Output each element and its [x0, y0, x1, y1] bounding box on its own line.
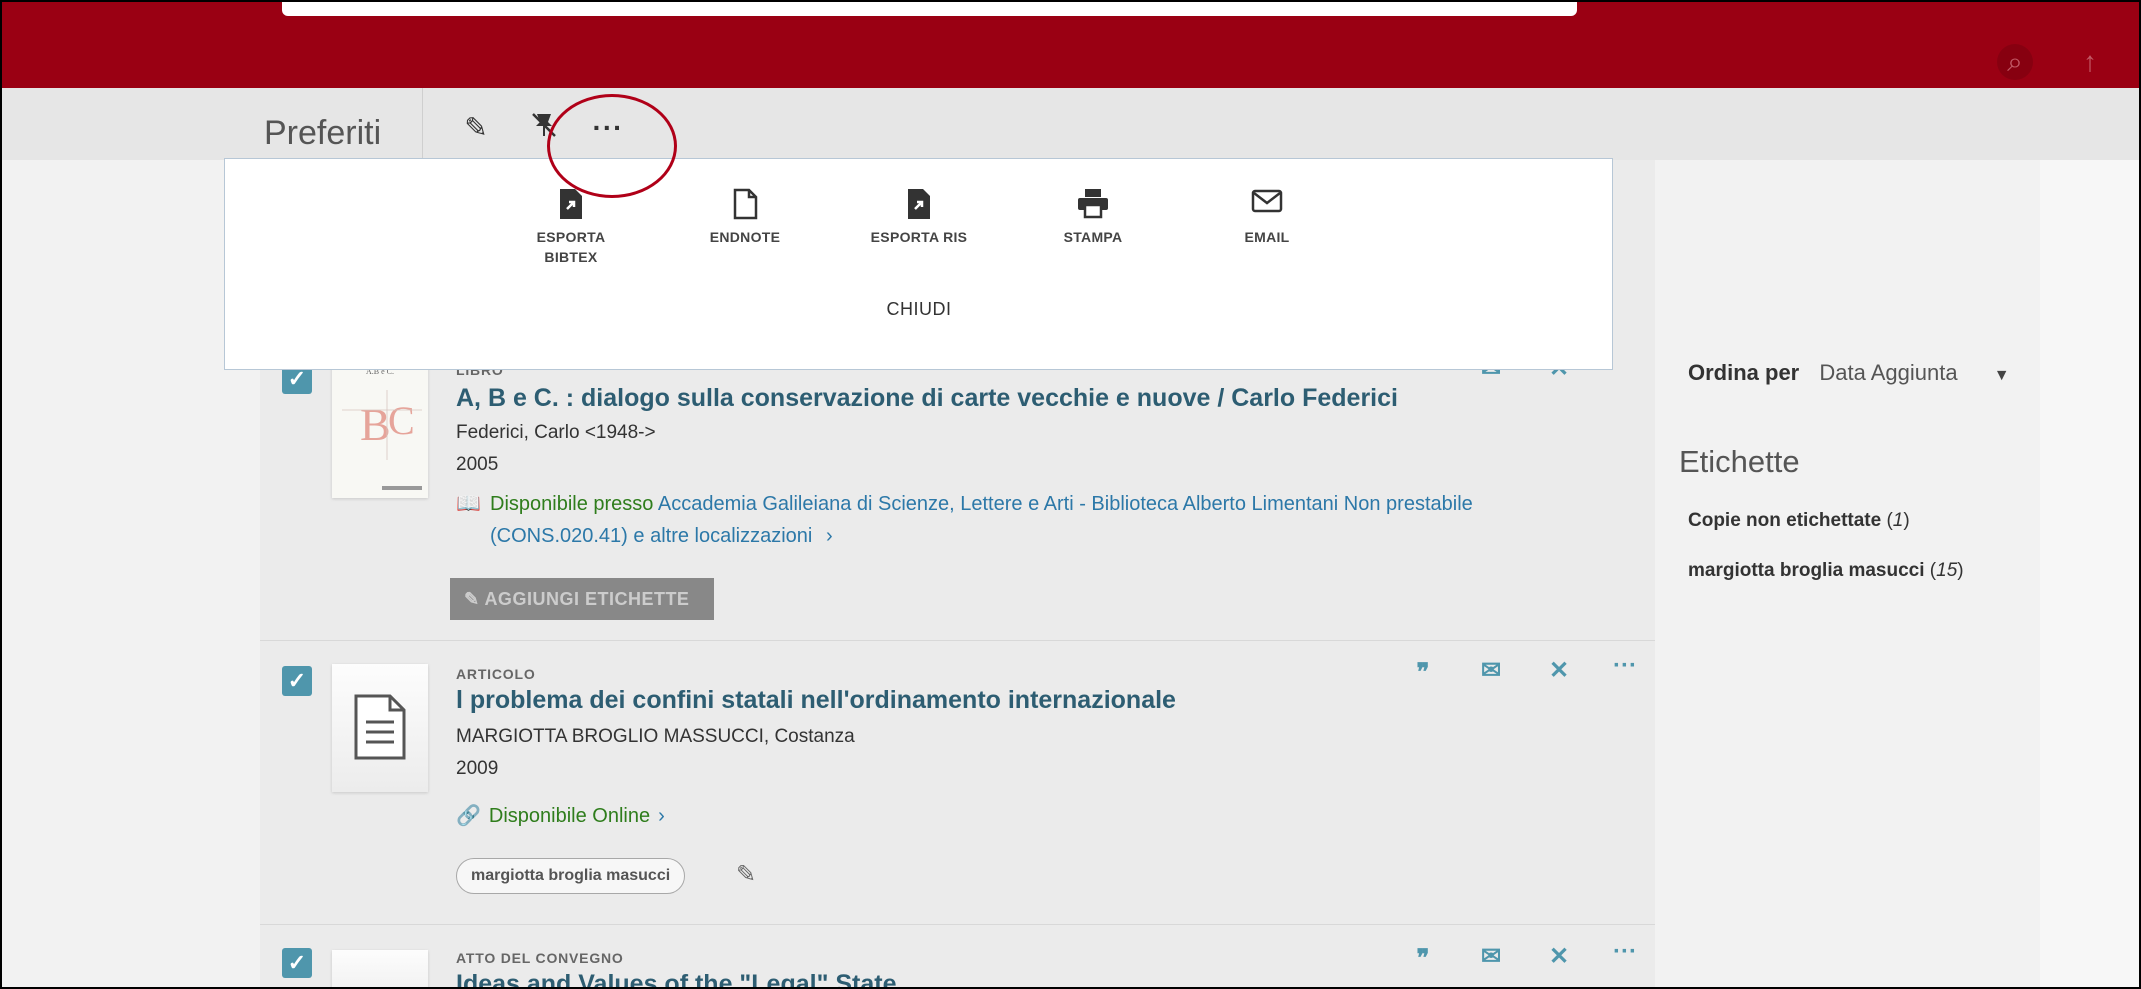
quote-icon[interactable]: ❞ [1408, 658, 1438, 687]
unpin-icon[interactable]: ✕ [1544, 942, 1574, 971]
arrow-up-icon[interactable]: ↑ [2072, 44, 2108, 80]
record-year: 2005 [456, 454, 499, 475]
svg-text:B: B [360, 399, 391, 450]
document-thumbnail[interactable] [332, 950, 428, 987]
email-button[interactable]: EMAIL [1207, 187, 1327, 247]
availability-info[interactable]: 🔗 Disponibile Online › [456, 800, 756, 832]
record-author: Federici, Carlo <1948-> [456, 422, 656, 443]
tag-filter-item[interactable]: Copie non etichettate (1) [1688, 510, 1910, 532]
caret-down-icon: ▼ [1993, 367, 2010, 384]
record-checkbox[interactable]: ✓ [282, 948, 312, 978]
document-thumbnail[interactable] [332, 664, 428, 792]
unpin-icon[interactable]: ✕ [1544, 656, 1574, 685]
sort-select[interactable]: Data Aggiunta [1819, 360, 1957, 385]
list-item: ✓ ATTO DEL CONVEGNO Ideas and Values of … [260, 924, 1655, 987]
add-tags-button[interactable]: ✎ AGGIUNGI ETICHETTE [450, 578, 714, 620]
app-window: ⌕ ↑ Preferiti ✎ ··· ESPORTA BIBTEX ENDNO… [0, 0, 2141, 989]
svg-text:C: C [388, 398, 415, 443]
page-margin [2040, 160, 2139, 987]
availability-info[interactable]: 📖 Disponibile presso Accademia Galileian… [456, 488, 1516, 552]
record-type: ATTO DEL CONVEGNO [456, 950, 624, 966]
book-icon: 📖 [456, 493, 481, 515]
pencil-icon[interactable]: ✎ [458, 110, 494, 146]
record-year: 2009 [456, 758, 499, 779]
export-popup: ESPORTA BIBTEX ENDNOTE ESPORTA RIS STAMP… [224, 158, 1613, 370]
quote-icon[interactable]: ❞ [1408, 944, 1438, 973]
chevron-right-icon: › [825, 525, 833, 547]
export-bibtex-button[interactable]: ESPORTA BIBTEX [511, 187, 631, 267]
row-divider [260, 640, 1655, 641]
close-button[interactable]: CHIUDI [845, 299, 993, 320]
more-options-button[interactable]: ··· [1610, 938, 1640, 966]
file-icon [685, 187, 805, 223]
link-icon: 🔗 [456, 805, 481, 827]
record-type: ARTICOLO [456, 666, 536, 682]
more-options-button[interactable]: ··· [1610, 652, 1640, 680]
tag-chip[interactable]: margiotta broglia masucci [456, 858, 686, 894]
pencil-icon[interactable]: ✎ [736, 860, 756, 889]
search-bar[interactable] [282, 2, 1577, 16]
print-button[interactable]: STAMPA [1033, 187, 1153, 247]
top-header: ⌕ ↑ [2, 2, 2139, 88]
chevron-right-icon: › [658, 805, 665, 827]
search-icon[interactable]: ⌕ [1997, 44, 2033, 80]
book-cover-thumbnail[interactable]: A.B e C. B C [332, 360, 428, 498]
export-ris-button[interactable]: ESPORTA RIS [859, 187, 979, 247]
printer-icon [1033, 187, 1153, 223]
record-author: MARGIOTTA BROGLIO MASSUCCI, Costanza [456, 726, 855, 747]
pencil-icon: ✎ [464, 589, 480, 609]
document-icon [354, 694, 406, 760]
endnote-button[interactable]: ENDNOTE [685, 187, 805, 247]
toolbar-divider [422, 88, 423, 160]
file-export-icon [859, 187, 979, 223]
record-title[interactable]: A, B e C. : dialogo sulla conservazione … [456, 384, 1398, 413]
page-title: Preferiti [264, 114, 382, 152]
tag-filter-item[interactable]: margiotta broglia masucci (15) [1688, 560, 1964, 582]
list-item: ✓ A.B e C. B C LIBRO A, B e C. : dialogo… [260, 355, 1655, 642]
record-checkbox[interactable]: ✓ [282, 666, 312, 696]
mail-icon[interactable]: ✉ [1476, 656, 1506, 685]
tags-heading: Etichette [1679, 444, 1800, 479]
mail-icon[interactable]: ✉ [1476, 942, 1506, 971]
highlight-circle [547, 94, 677, 198]
mail-icon [1207, 187, 1327, 223]
record-title[interactable]: l problema dei confini statali nell'ordi… [456, 686, 1176, 715]
sort-control[interactable]: Ordina per Data Aggiunta ▼ [1688, 360, 2010, 386]
list-item: ✓ ARTICOLO l problema dei confini statal… [260, 642, 1655, 925]
record-title[interactable]: Ideas and Values of the "Legal" State [456, 970, 897, 987]
favorites-toolbar: Preferiti ✎ ··· [2, 88, 2139, 160]
